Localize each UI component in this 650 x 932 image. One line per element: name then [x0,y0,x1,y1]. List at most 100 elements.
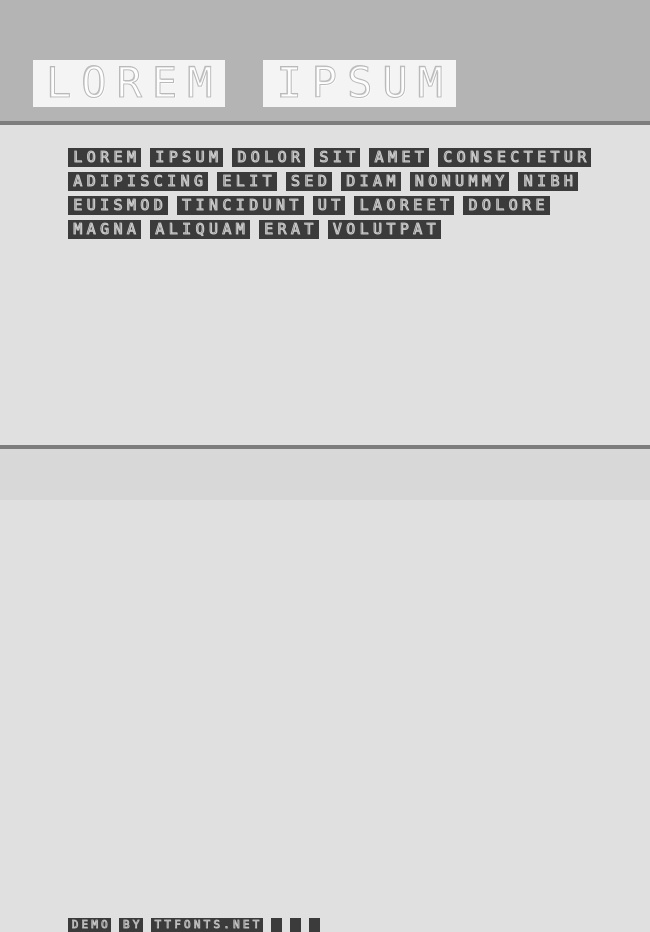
glyph: S [213,918,220,931]
glyph: D [249,196,259,214]
specimen-line: MAGNAALIQUAMERATVOLUTPAT [68,220,650,244]
glyph: O [481,196,491,214]
footer-word: BY [119,918,143,932]
footer-credit-row: DEMOBYTTFONTS.NET [68,918,320,932]
glyph: T [304,220,314,238]
glyph: M [387,148,397,166]
glyph: T [439,196,450,214]
glyph: A [374,148,384,166]
specimen-word: DIAM [340,172,401,191]
specimen-text-block: LOREMIPSUMDOLORSITAMETCONSECTETURADIPISC… [68,148,650,244]
glyph: N [414,172,424,190]
glyph: E [73,196,83,214]
specimen-word: SIT [314,148,361,167]
glyph: C [153,172,163,190]
glyph: P [168,148,178,166]
glyph: O [101,918,108,931]
glyph: S [182,148,192,166]
glyph: E [113,148,123,166]
glyph: E [426,196,436,214]
specimen-word: ADIPISCING [68,172,209,191]
glyph: R [277,220,287,238]
specimen-line: LOREMIPSUMDOLORSITAMETCONSECTETUR [68,148,650,172]
glyph: R [577,148,587,166]
glyph: M [481,172,491,190]
glyph: U [86,196,96,214]
glyph: E [242,918,250,931]
glyph: A [222,220,232,238]
glyph: A [372,196,382,214]
font-specimen-page: LOREMIPSUM LOREMIPSUMDOLORSITAMETCONSECT… [0,0,650,932]
glyph: T [346,148,356,166]
glyph: T [182,196,192,214]
glyph: P [399,220,409,238]
glyph: T [154,918,162,931]
glyph: O [250,148,260,166]
glyph: Y [132,918,140,931]
glyph: E [81,918,89,931]
glyph: U [208,220,218,238]
specimen-word: NONUMMY [409,172,510,191]
specimen-word: DOLORE [463,196,550,215]
footer-band: DEMOBYTTFONTS.NET [0,449,650,932]
glyph: V [332,220,342,238]
glyph: I [536,172,547,190]
glyph: I [100,196,110,214]
glyph: U [454,172,465,190]
glyph: L [73,148,83,166]
glyph: D [237,148,247,166]
glyph: D [153,196,163,214]
glyph: S [347,58,373,107]
glyph: E [536,148,547,166]
glyph: O [508,196,518,214]
glyph: F [174,918,181,931]
glyph: C [222,196,232,214]
title-word-1: LOREM [33,58,226,107]
glyph: A [155,220,165,238]
glyph: A [73,172,83,190]
specimen-word: IPSUM [150,148,224,167]
glyph: E [413,196,423,214]
glyph: E [304,172,314,190]
glyph: U [372,220,382,238]
glyph: T [550,148,560,166]
glyph: S [483,148,493,166]
glyph: C [443,148,453,166]
glyph: R [521,196,532,214]
glyph: A [413,220,423,238]
glyph: R [290,148,300,166]
glyph: A [126,220,136,238]
specimen-word: CONSECTETUR [437,148,592,167]
glyph: I [182,220,192,238]
footer-blank-cell [289,918,301,932]
glyph: L [235,172,245,190]
glyph: P [113,172,123,190]
glyph: M [187,58,213,107]
glyph: T [252,918,260,931]
glyph: E [222,172,232,190]
glyph: I [155,148,165,166]
footer-word: DEMO [68,918,112,932]
specimen-line: EUISMODTINCIDUNTUTLAOREETDOLORE [68,196,650,220]
glyph: O [346,220,356,238]
glyph: T [523,148,533,166]
glyph: O [183,918,191,931]
glyph: G [193,172,203,190]
glyph: E [496,148,506,166]
glyph: S [140,172,150,190]
glyph: I [126,172,136,190]
specimen-word: AMET [369,148,429,167]
glyph: L [168,220,178,238]
glyph: D [346,172,356,190]
glyph: U [382,58,408,107]
glyph: M [235,220,245,238]
glyph: S [319,148,329,166]
glyph: O [428,172,438,190]
glyph: O [386,196,396,214]
title-word-2: IPSUM [263,58,456,107]
glyph: T [386,220,396,238]
glyph: N [208,196,218,214]
glyph: B [550,172,560,190]
glyph: G [100,220,110,238]
glyph: L [359,220,369,238]
